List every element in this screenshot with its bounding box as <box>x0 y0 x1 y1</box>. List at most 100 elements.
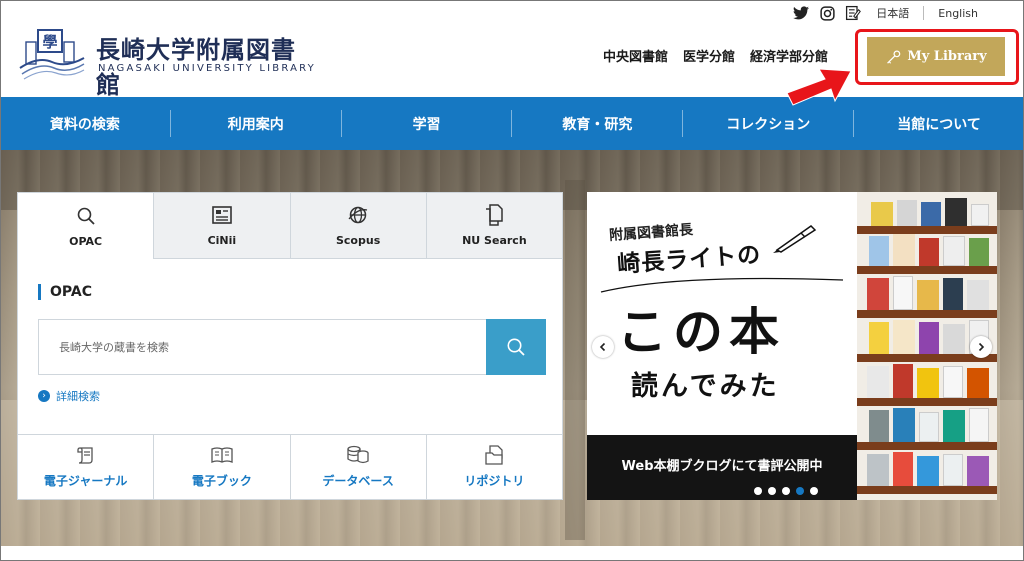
carousel-dot-1[interactable] <box>754 487 762 495</box>
carousel-dot-4[interactable] <box>796 487 804 495</box>
book-cover <box>943 324 965 354</box>
hero-column <box>565 180 585 540</box>
carousel-next-button[interactable] <box>970 336 992 358</box>
main-nav: 資料の検索 利用案内 学習 教育・研究 コレクション 当館について <box>0 97 1024 150</box>
library-logo[interactable]: 學 長崎大学附属図書館 NAGASAKI UNIVERSITY LIBRARY <box>18 28 318 99</box>
book-cover <box>867 366 889 398</box>
carousel-prev-button[interactable] <box>592 336 614 358</box>
nav-item-search[interactable]: 資料の検索 <box>0 110 171 137</box>
book-cover <box>969 408 989 442</box>
banner-headline-2: 読んでみた <box>631 371 780 402</box>
book-cover <box>867 454 889 486</box>
book-cover <box>917 456 939 486</box>
quicklink-ebook-label: 電子ブック <box>191 473 252 488</box>
branch-link-medical[interactable]: 医学分館 <box>683 46 735 65</box>
book-cover <box>869 236 889 266</box>
article-icon <box>212 204 232 226</box>
book-cover <box>893 408 915 442</box>
search-icon <box>507 338 525 356</box>
advanced-search-link[interactable]: › 詳細検索 <box>38 388 100 404</box>
nav-item-learning[interactable]: 学習 <box>342 110 513 137</box>
nav-item-education-research[interactable]: 教育・研究 <box>512 110 684 137</box>
quicklink-ejournal[interactable]: 電子ジャーナル <box>18 435 155 499</box>
blog-note-icon[interactable] <box>844 4 862 22</box>
book-cover <box>967 456 989 486</box>
quicklink-repository[interactable]: リポジトリ <box>427 435 562 499</box>
quick-links: 電子ジャーナル 電子ブック データベース リポジトリ <box>18 434 562 499</box>
lang-english-link[interactable]: English <box>938 7 978 20</box>
nav-item-guide[interactable]: 利用案内 <box>171 110 342 137</box>
library-emblem-icon: 學 <box>19 29 85 80</box>
feature-banner[interactable]: 附属図書館長 崎長ライトの この本 読んでみた Web本棚ブクログにて書評公開中 <box>587 192 997 500</box>
book-cover <box>897 200 917 226</box>
shelf-board <box>857 226 997 234</box>
utility-bar: 日本語 English <box>784 4 978 22</box>
book-cover <box>893 320 915 354</box>
nav-item-about[interactable]: 当館について <box>854 110 1024 137</box>
book-cover <box>943 366 963 398</box>
quicklink-ebook[interactable]: 電子ブック <box>154 435 291 499</box>
fountain-pen-icon <box>773 225 817 253</box>
highlight-box <box>855 29 1019 85</box>
book-cover <box>943 236 965 266</box>
page-bottom-strip <box>0 546 1024 561</box>
quicklink-database-label: データベース <box>322 473 394 488</box>
twitter-icon[interactable] <box>792 4 810 22</box>
book-cover <box>943 454 963 486</box>
shelf-board <box>857 310 997 318</box>
book-cover <box>867 278 889 310</box>
nav-item-collection[interactable]: コレクション <box>683 110 855 137</box>
logo-title-en: NAGASAKI UNIVERSITY LIBRARY <box>98 63 316 74</box>
carousel-dot-5[interactable] <box>810 487 818 495</box>
book-cover <box>869 410 889 442</box>
book-cover <box>893 364 913 398</box>
search-panel: OPAC CiNii Scopus NU Search OPAC › 詳細検索 <box>17 192 563 500</box>
tab-cinii-label: CiNii <box>207 234 237 247</box>
book-cover <box>917 368 939 398</box>
advanced-search-label: 詳細検索 <box>56 390 100 403</box>
book-cover <box>871 202 893 226</box>
book-cover <box>971 204 989 226</box>
lang-japanese-link[interactable]: 日本語 <box>876 5 909 21</box>
branch-link-central[interactable]: 中央図書館 <box>603 46 668 65</box>
quicklink-database[interactable]: データベース <box>291 435 427 499</box>
shelf-board <box>857 442 997 450</box>
book-cover <box>893 234 915 266</box>
tab-opac-label: OPAC <box>69 234 103 248</box>
banner-text-area: 附属図書館長 崎長ライトの この本 読んでみた Web本棚ブクログにて書評公開中 <box>587 192 857 500</box>
carousel-dot-2[interactable] <box>768 487 776 495</box>
banner-footer: Web本棚ブクログにて書評公開中 <box>587 435 857 500</box>
book-cover <box>921 202 941 226</box>
opac-search-input[interactable] <box>38 319 486 375</box>
banner-footer-text: Web本棚ブクログにて書評公開中 <box>621 459 823 474</box>
book-cover <box>967 368 989 398</box>
shelf-board <box>857 486 997 494</box>
tab-opac[interactable]: OPAC <box>18 193 155 259</box>
tab-scopus[interactable]: Scopus <box>290 193 427 259</box>
tab-cinii[interactable]: CiNii <box>154 193 291 259</box>
shelf-board <box>857 398 997 406</box>
svg-text:學: 學 <box>42 33 57 51</box>
open-book-icon <box>211 446 233 464</box>
search-tabs: OPAC CiNii Scopus NU Search <box>18 193 562 259</box>
book-cover <box>945 198 967 226</box>
tab-scopus-label: Scopus <box>335 234 381 247</box>
carousel-dot-3[interactable] <box>782 487 790 495</box>
tab-nu-search-label: NU Search <box>462 234 527 247</box>
carousel-dots <box>754 487 818 495</box>
globe-icon <box>347 204 369 226</box>
scroll-icon <box>76 446 96 464</box>
book-cover <box>917 280 939 310</box>
instagram-icon[interactable] <box>818 4 836 22</box>
quicklink-ejournal-label: 電子ジャーナル <box>43 473 128 488</box>
book-cover <box>919 412 939 442</box>
book-cover <box>893 452 913 486</box>
site-header: 學 長崎大学附属図書館 NAGASAKI UNIVERSITY LIBRARY … <box>0 0 1024 99</box>
shelf-board <box>857 266 997 274</box>
banner-headline: この本 <box>617 303 785 361</box>
book-cover <box>919 322 939 354</box>
book-cover <box>943 410 965 442</box>
tab-nu-search[interactable]: NU Search <box>426 193 562 259</box>
book-cover <box>919 238 939 266</box>
search-submit-button[interactable] <box>486 319 546 375</box>
